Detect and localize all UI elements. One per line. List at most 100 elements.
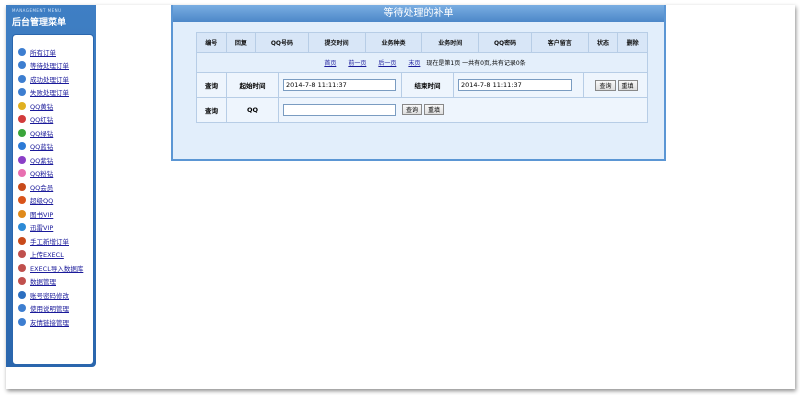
sidebar-header: MANAGEMENT MENU 后台管理菜单 <box>6 5 96 33</box>
date-search-row: 查询 起始时间 结束时间 查询重填 <box>196 72 648 98</box>
xunlei-vip-icon <box>18 223 26 232</box>
page-title: 等待处理的补单 <box>173 5 664 22</box>
green-diamond-icon <box>18 128 26 137</box>
super-qq-icon <box>18 196 26 205</box>
sidebar-item-link[interactable]: 图书VIP <box>30 209 53 219</box>
table-header-row: 编号 回复 QQ号码 提交时间 业务种类 业务时间 QQ密码 客户留言 状态 删除 <box>196 32 648 53</box>
sidebar-item-link[interactable]: 成功处理订单 <box>30 74 69 84</box>
date-reset-button[interactable]: 重填 <box>617 79 638 91</box>
sidebar-menu-panel: 所有订单等待处理订单 成功处理订单 失败处理订单 QQ黄钻 QQ红钻 QQ绿钻 QQ蓝钻 QQ… <box>12 34 94 365</box>
qq-search-button[interactable]: 查询 <box>402 104 423 115</box>
pager-cell: 首页 前一页 后一页 末页 现在是第1页 一共有0页,共有记录0条 <box>196 52 648 73</box>
sidebar-item[interactable]: QQ紫钻 <box>13 153 93 167</box>
column-header: 状态 <box>587 32 619 53</box>
date-search-actions: 查询 重填 <box>583 72 648 98</box>
sidebar-item[interactable]: 使用说明管理 <box>13 302 93 316</box>
column-header: 客户留言 <box>530 32 589 53</box>
sidebar-item-link[interactable]: 账号密码修改 <box>30 290 69 300</box>
sidebar-item[interactable]: 上传EXECL <box>13 248 93 262</box>
end-time-input[interactable] <box>458 79 572 91</box>
sidebar-item-link[interactable]: 数据管理 <box>30 276 56 286</box>
blue-diamond-icon <box>18 142 26 151</box>
sidebar-item[interactable]: QQ绿钻 <box>13 126 93 140</box>
column-header: 业务时间 <box>421 32 480 53</box>
sidebar-item-link[interactable]: QQ粉钻 <box>30 168 53 178</box>
calendar-icon <box>18 263 26 272</box>
pager-row: 首页 前一页 后一页 末页 现在是第1页 一共有0页,共有记录0条 <box>196 52 648 73</box>
sidebar-item[interactable]: QQ黄钻 <box>13 99 93 113</box>
column-header: 业务种类 <box>364 32 423 53</box>
sidebar-item[interactable]: 失败处理订单 <box>13 86 93 100</box>
qq-label: QQ <box>226 97 279 123</box>
last-page-link[interactable]: 末页 <box>408 60 420 67</box>
sidebar-subtitle: MANAGEMENT MENU <box>12 8 62 13</box>
sidebar-item[interactable]: 成功处理订单 <box>13 72 93 86</box>
red-diamond-icon <box>18 115 26 124</box>
orders-table-area: 编号 回复 QQ号码 提交时间 业务种类 业务时间 QQ密码 客户留言 状态 删除 首页 前一页 后一… <box>196 32 648 123</box>
sidebar-item[interactable]: 所有订单 <box>13 45 93 59</box>
column-header: QQ密码 <box>478 32 532 53</box>
sidebar-item-link[interactable]: QQ红钻 <box>30 114 53 124</box>
date-search-table: 查询 起始时间 结束时间 查询重填 <box>196 72 648 98</box>
sidebar-item[interactable]: EXECL导入数据库 <box>13 261 93 275</box>
sidebar-item[interactable]: 等待处理订单 <box>13 59 93 73</box>
sidebar-item[interactable]: 友情链接管理 <box>13 315 93 329</box>
sidebar-item[interactable]: QQ红钻 <box>13 113 93 127</box>
sidebar-title: 后台管理菜单 <box>12 18 67 28</box>
end-time-cell <box>453 72 584 98</box>
sidebar-item-link[interactable]: 失败处理订单 <box>30 87 69 97</box>
sidebar-item[interactable]: 数据管理 <box>13 275 93 289</box>
globe-icon <box>18 61 26 70</box>
sidebar-item[interactable]: 超级QQ <box>13 194 93 208</box>
sidebar-item[interactable]: 迅雷VIP <box>13 221 93 235</box>
qq-reset-button[interactable]: 重填 <box>424 104 445 115</box>
sidebar-item-link[interactable]: QQ紫钻 <box>30 155 53 165</box>
sidebar-item[interactable]: QQ粉钻 <box>13 167 93 181</box>
sidebar-item-link[interactable]: 使用说明管理 <box>30 303 69 313</box>
orders-table: 编号 回复 QQ号码 提交时间 业务种类 业务时间 QQ密码 客户留言 状态 删除 首页 前一页 后一… <box>196 32 648 73</box>
prev-page-link[interactable]: 前一页 <box>348 60 366 67</box>
sidebar-item-link[interactable]: 上传EXECL <box>30 249 64 259</box>
date-search-button[interactable]: 查询 <box>595 79 616 91</box>
sidebar-item-link[interactable]: QQ蓝钻 <box>30 141 53 151</box>
sidebar-item[interactable]: QQ蓝钻 <box>13 140 93 154</box>
sidebar-item-link[interactable]: QQ绿钻 <box>30 128 53 138</box>
sidebar-item[interactable]: 账号密码修改 <box>13 288 93 302</box>
sidebar: MANAGEMENT MENU 后台管理菜单 所有订单等待处理订单 成功处理订单失… <box>6 5 96 367</box>
column-header: 编号 <box>196 32 227 53</box>
sidebar-item-link[interactable]: 友情链接管理 <box>30 317 69 327</box>
sidebar-item-link[interactable]: QQ会员 <box>30 182 53 192</box>
sidebar-item-link[interactable]: 超级QQ <box>30 195 53 205</box>
globe-icon <box>18 47 26 56</box>
start-time-label: 起始时间 <box>226 72 279 98</box>
book-vip-icon <box>18 209 26 218</box>
sidebar-item-link[interactable]: 所有订单 <box>30 47 56 57</box>
date-search-label: 查询 <box>196 72 227 98</box>
sidebar-item-link[interactable]: 迅雷VIP <box>30 222 53 232</box>
sidebar-menu: 所有订单等待处理订单 成功处理订单 失败处理订单 QQ黄钻 QQ红钻 QQ绿钻 QQ蓝钻 QQ… <box>13 35 93 329</box>
globe-icon <box>18 88 26 97</box>
calendar-icon <box>18 277 26 286</box>
sidebar-item-link[interactable]: EXECL导入数据库 <box>30 263 83 273</box>
globe-icon <box>18 317 26 326</box>
column-header: 回复 <box>225 32 257 53</box>
globe-icon <box>18 74 26 83</box>
sidebar-item-link[interactable]: 手工新增订单 <box>30 236 69 246</box>
sidebar-item[interactable]: 图书VIP <box>13 207 93 221</box>
end-time-label: 结束时间 <box>401 72 454 98</box>
qq-search-label: 查询 <box>196 97 227 123</box>
column-header: 删除 <box>617 32 648 53</box>
qq-member-icon <box>18 182 26 191</box>
main-panel: 等待处理的补单 编号 回复 QQ号码 提交时间 业务种类 业务时间 QQ密码 客户留言 状态 删除… <box>171 5 666 161</box>
first-page-link[interactable]: 首页 <box>324 60 336 67</box>
qq-input[interactable] <box>283 104 396 116</box>
qq-search-cell: 查询 重填 <box>278 97 648 123</box>
sidebar-item[interactable]: 手工新增订单 <box>13 234 93 248</box>
start-time-input[interactable] <box>283 79 396 91</box>
next-page-link[interactable]: 后一页 <box>378 60 396 67</box>
calendar-icon <box>18 250 26 259</box>
sidebar-item-link[interactable]: QQ黄钻 <box>30 101 53 111</box>
sidebar-item[interactable]: QQ会员 <box>13 180 93 194</box>
sidebar-item-link[interactable]: 等待处理订单 <box>30 60 69 70</box>
qq-search-table: 查询 QQ 查询 重填 <box>196 97 648 123</box>
